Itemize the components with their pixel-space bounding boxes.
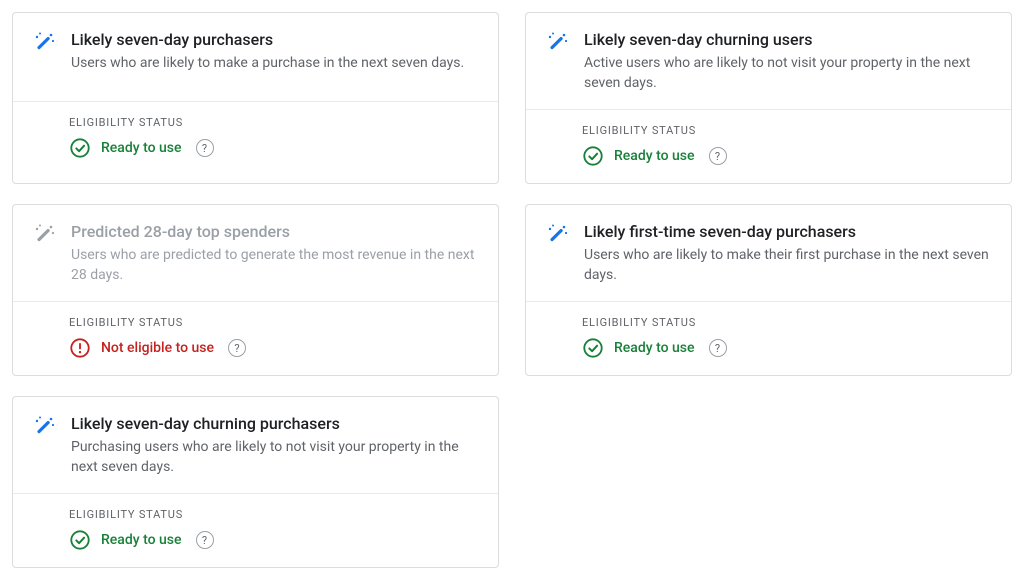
eligibility-status-label: ELIGIBILITY STATUS	[69, 508, 478, 521]
audience-card[interactable]: Likely seven-day churning users Active u…	[525, 12, 1012, 184]
magic-wand-icon	[33, 31, 57, 55]
status-text: Ready to use	[614, 148, 695, 164]
card-text: Likely seven-day purchasers Users who ar…	[71, 29, 478, 85]
check-circle-icon	[69, 529, 91, 551]
card-description: Users who are likely to make their first…	[584, 245, 991, 285]
magic-wand-icon	[33, 223, 57, 247]
eligibility-status-label: ELIGIBILITY STATUS	[69, 116, 478, 129]
audience-card[interactable]: Likely seven-day churning purchasers Pur…	[12, 396, 499, 568]
check-circle-icon	[582, 145, 604, 167]
card-header: Likely seven-day churning purchasers Pur…	[13, 397, 498, 493]
check-circle-icon	[69, 137, 91, 159]
magic-wand-icon	[546, 31, 570, 55]
alert-circle-icon	[69, 337, 91, 359]
status-row: Ready to use ?	[69, 529, 478, 551]
card-description: Users who are predicted to generate the …	[71, 245, 478, 285]
card-title: Likely first-time seven-day purchasers	[584, 221, 991, 243]
help-icon[interactable]: ?	[196, 139, 214, 157]
card-status-section: ELIGIBILITY STATUS Ready to use ?	[13, 101, 498, 175]
magic-wand-icon	[33, 415, 57, 439]
card-status-section: ELIGIBILITY STATUS Not eligible to use ?	[13, 301, 498, 375]
card-description: Active users who are likely to not visit…	[584, 53, 991, 93]
eligibility-status-label: ELIGIBILITY STATUS	[69, 316, 478, 329]
status-row: Ready to use ?	[582, 337, 991, 359]
card-header: Likely seven-day purchasers Users who ar…	[13, 13, 498, 101]
card-header: Likely seven-day churning users Active u…	[526, 13, 1011, 109]
card-title: Likely seven-day purchasers	[71, 29, 478, 51]
card-text: Likely first-time seven-day purchasers U…	[584, 221, 991, 285]
audience-card[interactable]: Predicted 28-day top spenders Users who …	[12, 204, 499, 376]
eligibility-status-label: ELIGIBILITY STATUS	[582, 124, 991, 137]
card-description: Purchasing users who are likely to not v…	[71, 437, 478, 477]
card-header: Likely first-time seven-day purchasers U…	[526, 205, 1011, 301]
card-status-section: ELIGIBILITY STATUS Ready to use ?	[526, 301, 1011, 375]
card-status-section: ELIGIBILITY STATUS Ready to use ?	[526, 109, 1011, 183]
help-icon[interactable]: ?	[709, 339, 727, 357]
status-row: Ready to use ?	[582, 145, 991, 167]
status-text: Ready to use	[614, 340, 695, 356]
magic-wand-icon	[546, 223, 570, 247]
card-title: Likely seven-day churning users	[584, 29, 991, 51]
status-row: Not eligible to use ?	[69, 337, 478, 359]
status-text: Ready to use	[101, 140, 182, 156]
status-text: Ready to use	[101, 532, 182, 548]
help-icon[interactable]: ?	[228, 339, 246, 357]
card-title: Predicted 28-day top spenders	[71, 221, 478, 243]
status-text: Not eligible to use	[101, 340, 214, 356]
card-text: Likely seven-day churning purchasers Pur…	[71, 413, 478, 477]
eligibility-status-label: ELIGIBILITY STATUS	[582, 316, 991, 329]
audience-card[interactable]: Likely seven-day purchasers Users who ar…	[12, 12, 499, 184]
card-title: Likely seven-day churning purchasers	[71, 413, 478, 435]
audience-card[interactable]: Likely first-time seven-day purchasers U…	[525, 204, 1012, 376]
card-header: Predicted 28-day top spenders Users who …	[13, 205, 498, 301]
help-icon[interactable]: ?	[196, 531, 214, 549]
status-row: Ready to use ?	[69, 137, 478, 159]
card-text: Predicted 28-day top spenders Users who …	[71, 221, 478, 285]
card-text: Likely seven-day churning users Active u…	[584, 29, 991, 93]
card-description: Users who are likely to make a purchase …	[71, 53, 478, 73]
check-circle-icon	[582, 337, 604, 359]
help-icon[interactable]: ?	[709, 147, 727, 165]
